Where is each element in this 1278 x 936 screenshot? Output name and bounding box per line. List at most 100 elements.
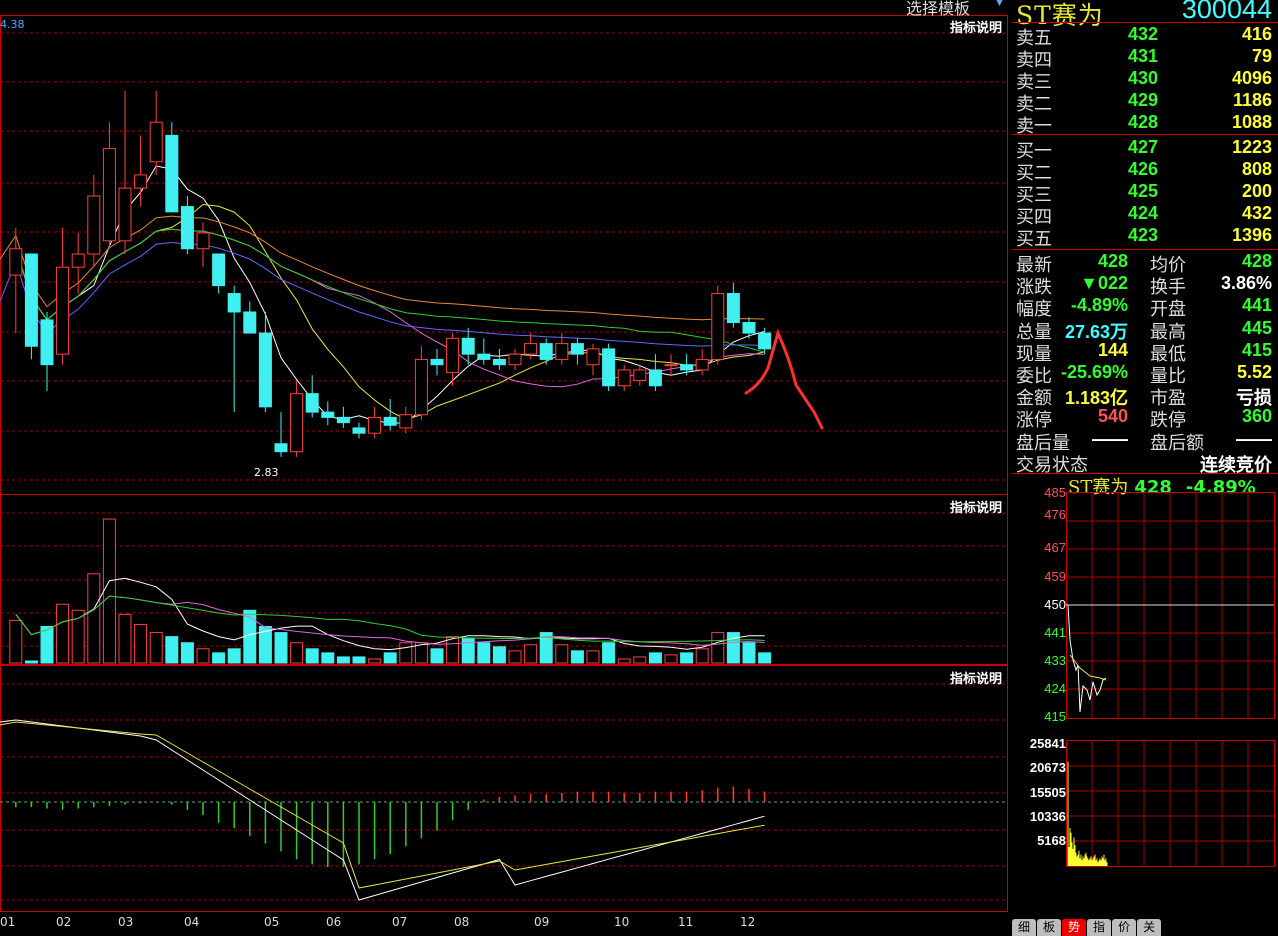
- kline-chart-area[interactable]: [0, 0, 1008, 934]
- minute-price-line: [1067, 604, 1107, 713]
- volume-bar: [711, 632, 725, 664]
- tab-4[interactable]: 价: [1112, 919, 1137, 936]
- volume-bar: [243, 609, 257, 664]
- candle: [352, 422, 366, 439]
- candle-body: [305, 393, 319, 413]
- tab-0[interactable]: 细: [1012, 919, 1037, 936]
- quote-value: ▼022: [1080, 273, 1128, 294]
- candle: [586, 343, 600, 376]
- divider: [1012, 249, 1278, 250]
- candle-body: [664, 364, 678, 367]
- volume-bar: [227, 648, 241, 664]
- tab-5[interactable]: 关: [1137, 919, 1162, 936]
- volume-bar: [602, 642, 616, 664]
- volume-bar: [477, 642, 491, 664]
- quote-value: ——: [1236, 428, 1272, 449]
- candle-body: [602, 348, 616, 387]
- candle-body: [290, 393, 304, 453]
- tab-3[interactable]: 指: [1087, 919, 1112, 936]
- candle: [305, 375, 319, 418]
- candle: [180, 196, 194, 254]
- candle-body: [742, 322, 756, 334]
- candle: [570, 338, 584, 365]
- quote-value: 445: [1241, 317, 1272, 338]
- candle-body: [102, 148, 116, 242]
- candle-body: [9, 248, 23, 276]
- volume-bar: [56, 603, 70, 664]
- volume-bar: [149, 632, 163, 664]
- candle-body: [695, 358, 709, 371]
- candle: [602, 343, 616, 392]
- quote-row: 金额 1.183亿 市盈 亏损: [1016, 384, 1274, 409]
- quote-row: 交易状态 连续竞价: [1016, 451, 1274, 476]
- candle: [695, 348, 709, 376]
- bid-row: 买三 425 200: [1016, 181, 1274, 206]
- volume-bar: [102, 518, 116, 664]
- candle: [24, 253, 38, 360]
- x-axis-label: 08: [454, 915, 470, 929]
- minute-chart[interactable]: [1010, 490, 1278, 920]
- main-panel-frame: [0, 15, 1008, 495]
- x-axis-label: 11: [678, 915, 694, 929]
- volume-bar: [196, 648, 210, 664]
- volume-bar: [40, 626, 54, 664]
- volume-bar: [180, 642, 194, 664]
- quote-value: 428: [1097, 251, 1128, 271]
- volume-bar: [492, 646, 506, 664]
- volume-bar: [508, 650, 522, 664]
- candle: [165, 122, 179, 213]
- ask-row: 卖三 430 4096: [1016, 68, 1274, 93]
- bid-price: 425: [1127, 181, 1158, 201]
- volume-bar: [336, 656, 350, 664]
- volume-bar: [321, 652, 335, 664]
- volume-indicator-help-button[interactable]: 指标说明: [950, 497, 1002, 516]
- candle-body: [492, 358, 506, 366]
- volume-bar: [274, 632, 288, 664]
- candle: [711, 285, 725, 365]
- quote-value: -4.89%: [1070, 295, 1128, 316]
- ask-price: 431: [1127, 46, 1158, 66]
- candle-body: [461, 337, 475, 355]
- candle: [40, 311, 54, 392]
- volume-bar: [290, 642, 304, 664]
- y-axis-top-label: 4.38: [0, 18, 25, 31]
- candle: [243, 301, 257, 334]
- ask-row: 卖一 428 1088: [1016, 112, 1274, 137]
- candle-body: [524, 343, 538, 355]
- bid-price: 424: [1127, 203, 1158, 223]
- volume-bar: [664, 654, 678, 664]
- volume-bar: [24, 660, 38, 664]
- candle-body: [352, 427, 366, 434]
- candle-body: [399, 414, 413, 429]
- candle: [336, 406, 350, 428]
- candle: [680, 354, 694, 376]
- candle-body: [383, 416, 397, 426]
- tab-2[interactable]: 势: [1062, 919, 1087, 936]
- x-axis-label: 09: [534, 915, 550, 929]
- bid-price: 427: [1127, 137, 1158, 157]
- volume-bar: [586, 650, 600, 664]
- candle: [56, 227, 70, 365]
- tab-1[interactable]: 板: [1037, 919, 1062, 936]
- volume-bar: [165, 636, 179, 664]
- chevron-down-icon[interactable]: ▼: [996, 0, 1003, 8]
- candle-body: [758, 332, 772, 350]
- candle-body: [24, 253, 38, 347]
- stock-title: ST赛为 300044: [1010, 0, 1278, 30]
- volume-bar: [680, 652, 694, 664]
- quote-value: 441: [1241, 295, 1272, 316]
- volume-bar: [399, 642, 413, 664]
- candle: [617, 364, 631, 392]
- x-axis-label: 05: [264, 915, 280, 929]
- bid-volume: 200: [1241, 181, 1272, 201]
- candle: [477, 338, 491, 365]
- bid-volume: 1223: [1231, 137, 1272, 157]
- macd-indicator-help-button[interactable]: 指标说明: [950, 668, 1002, 687]
- macd-panel-frame: [0, 665, 1008, 912]
- volume-bar: [87, 573, 101, 664]
- candle-body: [134, 174, 148, 189]
- candle-body: [274, 443, 288, 453]
- main-indicator-help-button[interactable]: 指标说明: [950, 17, 1002, 36]
- candle-body: [321, 411, 335, 418]
- bid-row: 买一 427 1223: [1016, 137, 1274, 162]
